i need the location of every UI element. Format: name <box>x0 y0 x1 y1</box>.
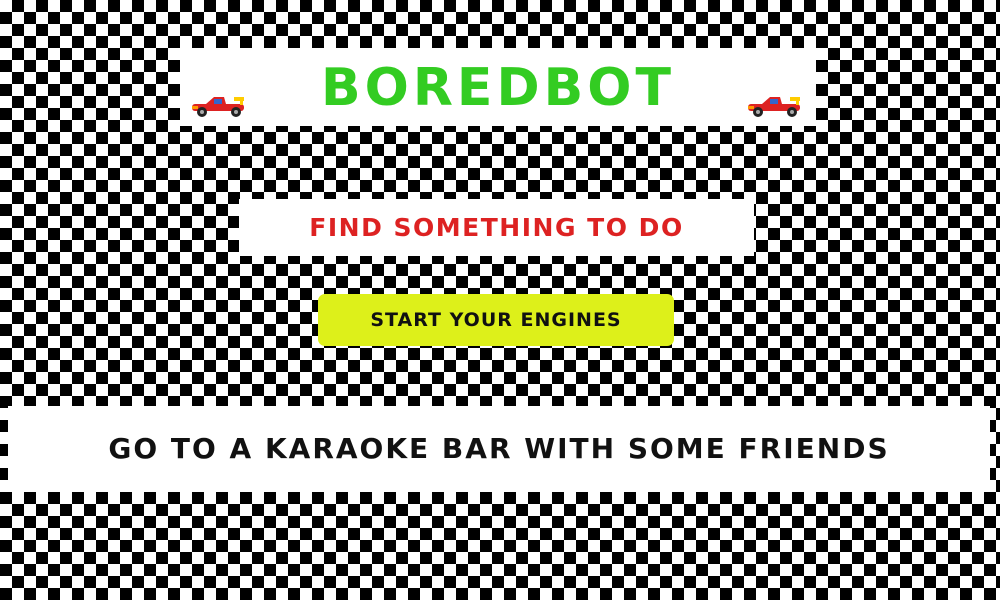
subtitle-text: FIND SOMETHING TO DO <box>309 213 684 242</box>
subtitle-banner: FIND SOMETHING TO DO <box>239 199 754 256</box>
start-engines-button[interactable]: START YOUR ENGINES <box>318 294 674 346</box>
activity-result-panel: GO TO A KARAOKE BAR WITH SOME FRIENDS <box>8 406 990 492</box>
brand-header: BOREDBOT <box>180 48 816 126</box>
activity-suggestion-text: GO TO A KARAOKE BAR WITH SOME FRIENDS <box>108 432 890 465</box>
app-title: BOREDBOT <box>321 58 675 118</box>
race-car-icon <box>748 97 800 117</box>
